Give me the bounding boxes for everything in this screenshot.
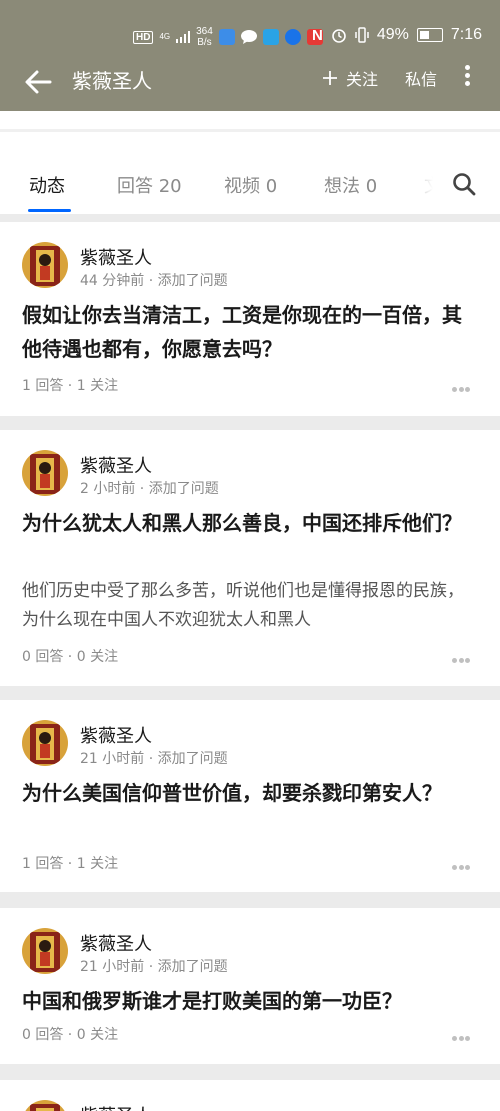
- battery-percentage: 49%: [376, 26, 409, 43]
- question-excerpt[interactable]: 他们历史中受了那么多苦，听说他们也是懂得报恩的民族，为什么现在中国人不欢迎犹太人…: [22, 577, 476, 635]
- post-meta: 21 小时前 · 添加了问题: [80, 959, 228, 975]
- avatar[interactable]: [22, 720, 68, 766]
- follow-button[interactable]: 关注: [322, 66, 378, 90]
- tab-videos[interactable]: 视频 0: [224, 172, 277, 198]
- message-button[interactable]: 私信: [405, 66, 437, 90]
- question-stats: 0 回答 · 0 关注: [22, 649, 119, 665]
- avatar[interactable]: [22, 242, 68, 288]
- nfc-icon: N: [311, 26, 323, 44]
- feed-card[interactable]: 紫薇圣人: [0, 1080, 500, 1111]
- question-title[interactable]: 中国和俄罗斯谁才是打败美国的第一功臣？: [22, 984, 476, 1018]
- more-options-icon[interactable]: [462, 62, 472, 92]
- signal-strength-icon: [176, 31, 191, 43]
- avatar[interactable]: [22, 450, 68, 496]
- signal-type: 4G: [159, 32, 171, 41]
- tab-fade: [398, 162, 448, 206]
- question-title[interactable]: 为什么犹太人和黑人那么善良，中国还排斥他们？: [22, 506, 476, 540]
- more-icon[interactable]: [452, 855, 472, 870]
- tab-activity[interactable]: 动态: [29, 172, 65, 198]
- status-bar: HD 4G 364 B/s N 49% 7:16: [0, 0, 500, 52]
- speed-value: 364: [196, 26, 213, 37]
- question-title[interactable]: 为什么美国信仰普世价值，却要杀戮印第安人？: [22, 776, 476, 810]
- app-notification-icon: [218, 29, 235, 45]
- back-arrow-icon[interactable]: [22, 66, 54, 98]
- search-icon[interactable]: [452, 172, 476, 196]
- feed-card[interactable]: 紫薇圣人 21 小时前 · 添加了问题 中国和俄罗斯谁才是打败美国的第一功臣？ …: [0, 908, 500, 1064]
- profile-header-edge: [0, 111, 500, 129]
- question-stats: 1 回答 · 1 关注: [22, 856, 119, 872]
- clock: 7:16: [450, 26, 482, 43]
- tab-answers[interactable]: 回答 20: [117, 172, 182, 198]
- question-title[interactable]: 假如让你去当清洁工，工资是你现在的一百倍，其他待遇也都有，你愿意去吗？: [22, 298, 476, 366]
- question-stats: 1 回答 · 1 关注: [22, 378, 119, 394]
- app-toolbar: 紫薇圣人 关注 私信: [0, 52, 500, 111]
- tab-thoughts[interactable]: 想法 0: [324, 172, 377, 198]
- post-meta: 2 小时前 · 添加了问题: [80, 481, 219, 497]
- post-meta: 21 小时前 · 添加了问题: [80, 751, 228, 767]
- alarm-icon: [332, 29, 346, 43]
- feed-card[interactable]: 紫薇圣人 21 小时前 · 添加了问题 为什么美国信仰普世价值，却要杀戮印第安人…: [0, 700, 500, 892]
- more-icon[interactable]: [452, 377, 472, 392]
- active-tab-indicator: [28, 209, 71, 212]
- more-icon[interactable]: [452, 1026, 472, 1041]
- question-stats: 0 回答 · 0 关注: [22, 1027, 119, 1043]
- status-left: HD 4G 364 B/s: [133, 26, 323, 48]
- page-title: 紫薇圣人: [72, 69, 152, 93]
- avatar[interactable]: [22, 928, 68, 974]
- battery-icon: [416, 28, 443, 42]
- more-icon[interactable]: [452, 648, 472, 663]
- author-name[interactable]: 紫薇圣人: [80, 722, 152, 748]
- avatar[interactable]: [22, 1100, 68, 1111]
- author-name[interactable]: 紫薇圣人: [80, 452, 152, 478]
- plus-icon: [323, 71, 337, 85]
- status-right: N 49% 7:16: [312, 26, 482, 44]
- author-name[interactable]: 紫薇圣人: [80, 930, 152, 956]
- follow-label: 关注: [346, 70, 379, 89]
- vibrate-icon: [355, 27, 369, 43]
- feed-card[interactable]: 紫薇圣人 2 小时前 · 添加了问题 为什么犹太人和黑人那么善良，中国还排斥他们…: [0, 430, 500, 686]
- post-meta: 44 分钟前 · 添加了问题: [80, 273, 228, 289]
- tab-bar: 动态 回答 20 视频 0 想法 0 文: [0, 132, 500, 214]
- author-name[interactable]: 紫薇圣人: [80, 244, 152, 270]
- hd-indicator: HD: [133, 30, 154, 44]
- travel-app-icon: [262, 29, 279, 45]
- author-name[interactable]: 紫薇圣人: [80, 1102, 152, 1111]
- chat-bubble-icon: [240, 30, 257, 44]
- network-speed: 364 B/s: [196, 26, 213, 48]
- browser-app-icon: [284, 29, 301, 45]
- speed-unit: B/s: [197, 37, 212, 48]
- feed-card[interactable]: 紫薇圣人 44 分钟前 · 添加了问题 假如让你去当清洁工，工资是你现在的一百倍…: [0, 222, 500, 416]
